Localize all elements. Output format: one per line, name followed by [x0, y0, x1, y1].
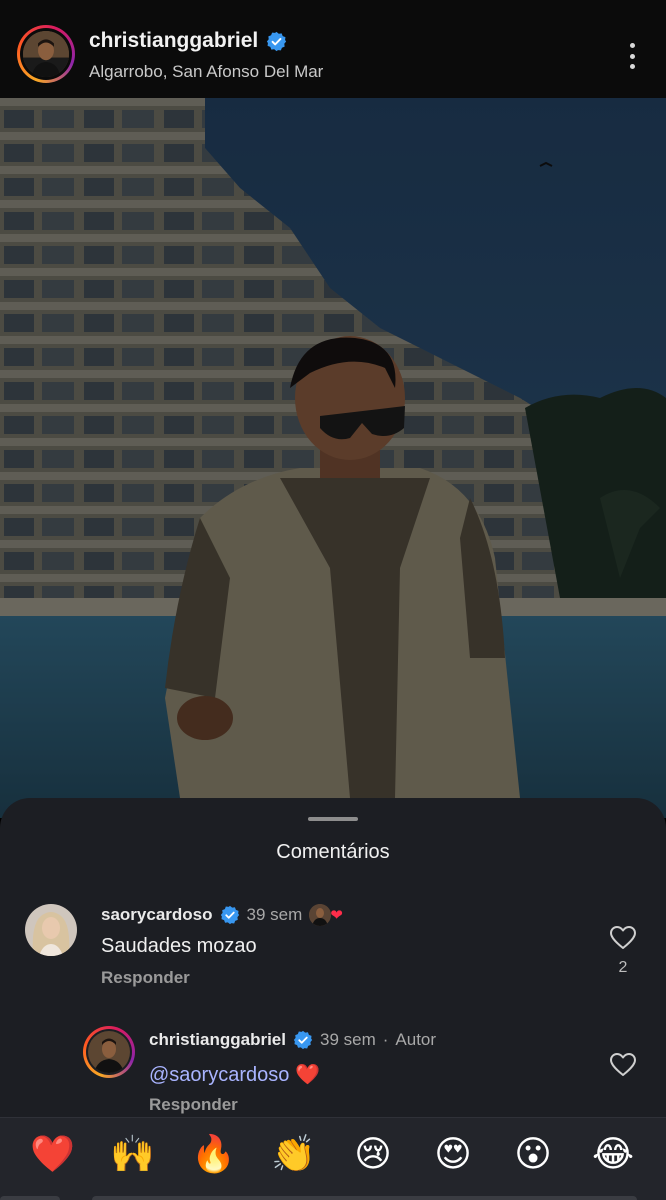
emoji-heart-eyes[interactable]: 😍 [431, 1132, 475, 1176]
emoji-clapping[interactable]: 👏 [271, 1132, 316, 1176]
reply-text: @saorycardoso ❤️ [149, 1062, 320, 1087]
post-header: christianggabriel Algarrobo, San Afonso … [0, 0, 666, 98]
comment-username[interactable]: saorycardoso [101, 905, 213, 925]
verified-badge-icon [267, 31, 287, 51]
author-liked-heart-icon: ❤ [330, 907, 343, 924]
story-ring[interactable] [17, 25, 75, 83]
reply-username[interactable]: christianggabriel [149, 1030, 286, 1050]
commenter-avatar[interactable] [25, 904, 77, 956]
heart-outline-icon[interactable] [609, 925, 637, 951]
emoji-raising-hands[interactable]: 🙌 [110, 1132, 155, 1176]
emoji-reaction-bar: ❤️ 🙌 🔥 👏 😢 😍 😮 😂 [0, 1117, 666, 1200]
like-count: 2 [618, 959, 628, 976]
comment-input-hint[interactable] [92, 1196, 637, 1200]
emoji-surprised[interactable]: 😮 [511, 1132, 555, 1176]
emoji-crying[interactable]: 😢 [351, 1132, 395, 1176]
reply-time: 39 sem [319, 1030, 376, 1049]
reply-button[interactable]: Responder [101, 968, 190, 988]
reply-emoji: ❤️ [294, 1064, 320, 1086]
post-photo[interactable] [0, 98, 666, 818]
comment-text: Saudades mozao [101, 935, 257, 957]
comment-time: 39 sem [246, 905, 303, 924]
verified-badge-icon [220, 905, 239, 925]
comment-header: saorycardoso 39 sem ❤ [101, 904, 343, 926]
emoji-heart[interactable]: ❤️ [30, 1132, 75, 1176]
input-avatar-hint [0, 1196, 60, 1200]
more-vertical-icon[interactable] [618, 40, 646, 72]
author-liked-avatar [309, 904, 332, 926]
reply-header: christianggabriel 39 sem · Autor [149, 1030, 436, 1050]
sheet-drag-handle[interactable] [308, 817, 358, 821]
reply-button[interactable]: Responder [149, 1095, 238, 1115]
post-location[interactable]: Algarrobo, San Afonso Del Mar [89, 62, 323, 82]
author-label: Autor [395, 1030, 437, 1049]
username-text[interactable]: christianggabriel [89, 29, 258, 53]
sheet-title: Comentários [276, 841, 390, 863]
reply-avatar[interactable] [83, 1026, 135, 1078]
heart-outline-icon[interactable] [609, 1052, 637, 1078]
mention-link[interactable]: @saorycardoso [149, 1064, 289, 1086]
post-username[interactable]: christianggabriel [89, 29, 287, 53]
separator-dot: · [382, 1030, 389, 1049]
verified-badge-icon [293, 1030, 313, 1050]
emoji-laughing[interactable]: 😂 [591, 1132, 635, 1176]
profile-avatar[interactable] [23, 31, 69, 77]
emoji-fire[interactable]: 🔥 [191, 1132, 236, 1176]
